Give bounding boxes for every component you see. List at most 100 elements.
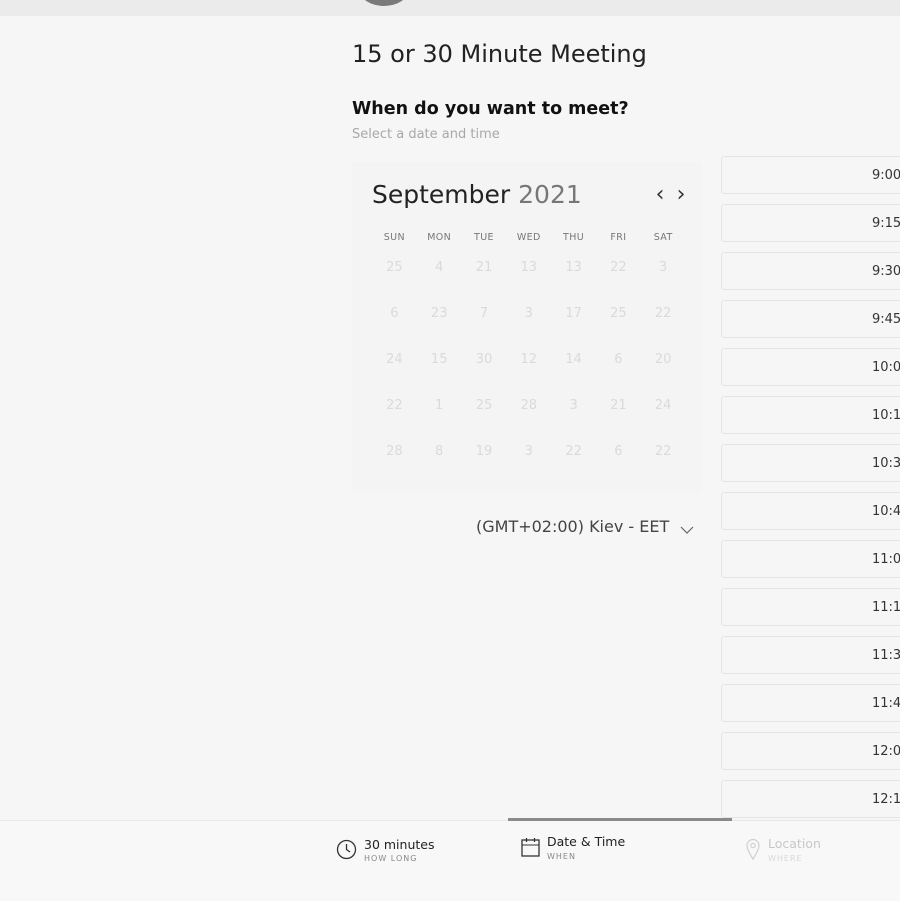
weekday-label: MON: [427, 232, 452, 243]
next-month-button[interactable]: ›: [671, 180, 691, 210]
calendar-day: 1: [435, 398, 444, 413]
calendar-day: 6: [614, 352, 623, 367]
time-slot-button[interactable]: 10:00: [721, 348, 900, 386]
chevron-left-icon: ‹: [655, 182, 665, 207]
calendar-day: 25: [475, 398, 493, 413]
time-slot-label: 9:45: [872, 312, 900, 327]
time-slot-list[interactable]: 9:00 9:15 9:30 9:45 10:00 10:15 10:30 10:45 11:0…: [721, 156, 900, 820]
step-label: Location: [768, 836, 821, 851]
calendar-day: 22: [654, 306, 672, 321]
calendar-days: 25 4 21 13 13 22 3 6 23 7 3 17 25 22 24 15 30 12 14 6 20 22 1 2…: [372, 260, 686, 490]
calendar-day: 22: [610, 260, 627, 275]
calendar-day: 24: [654, 398, 672, 413]
calendar-day: 12: [520, 352, 538, 367]
calendar-day: 28: [520, 398, 538, 413]
time-slot-label: 11:45: [872, 696, 900, 711]
weekday-label: SUN: [383, 232, 406, 243]
time-slot-button[interactable]: 10:15: [721, 396, 900, 434]
step-sublabel: HOW LONG: [364, 854, 418, 863]
calendar-month-year: September 2021: [372, 180, 582, 209]
timezone-select[interactable]: (GMT+02:00) Kiev - EET: [456, 510, 702, 542]
step-location[interactable]: Location WHERE: [740, 821, 890, 901]
weekday-label: TUE: [474, 232, 494, 243]
calendar-icon: [521, 837, 540, 862]
calendar-day: 23: [430, 306, 448, 321]
calendar-day: 25: [386, 260, 403, 275]
calendar-month: September: [372, 180, 511, 209]
chevron-down-icon: [680, 520, 694, 539]
avatar: [361, 0, 407, 6]
calendar-day: 15: [430, 352, 448, 367]
time-slot-button[interactable]: 9:45: [721, 300, 900, 338]
calendar-day: 14: [565, 352, 582, 367]
calendar-day: 13: [565, 260, 582, 275]
step-sublabel: WHERE: [768, 854, 803, 863]
calendar-day: 28: [386, 444, 403, 459]
time-slot-label: 10:00: [872, 360, 900, 375]
calendar-day: 22: [386, 398, 403, 413]
calendar-day: 6: [390, 306, 399, 321]
weekday-label: FRI: [610, 232, 627, 243]
clock-icon: [336, 839, 357, 864]
time-slot-label: 9:00: [872, 168, 900, 183]
calendar-day: 21: [610, 398, 627, 413]
time-slot-label: 10:15: [872, 408, 900, 423]
calendar-day: 8: [435, 444, 444, 459]
calendar-day: 22: [654, 444, 672, 459]
time-slot-button[interactable]: 12:00: [721, 732, 900, 770]
step-date-time[interactable]: Date & Time WHEN: [514, 821, 724, 901]
page-title: 15 or 30 Minute Meeting: [352, 40, 647, 68]
calendar-day: 3: [659, 260, 668, 275]
time-slot-button[interactable]: 10:30: [721, 444, 900, 482]
time-slot-label: 9:15: [872, 216, 900, 231]
section-subtitle: Select a date and time: [352, 127, 500, 142]
timezone-value: (GMT+02:00) Kiev - EET: [476, 517, 670, 536]
time-slot-button[interactable]: 11:15: [721, 588, 900, 626]
calendar-day: 4: [435, 260, 444, 275]
weekday-label: WED: [516, 232, 541, 243]
time-slot-label: 10:45: [872, 504, 900, 519]
calendar-day: 21: [475, 260, 493, 275]
step-label: Date & Time: [547, 834, 626, 849]
time-slot-label: 10:30: [872, 456, 900, 471]
step-label: 30 minutes: [364, 837, 435, 852]
previous-month-button[interactable]: ‹: [650, 180, 670, 210]
calendar-year: 2021: [518, 180, 582, 209]
time-slot-button[interactable]: 9:30: [721, 252, 900, 290]
time-slot-label: 11:30: [872, 648, 900, 663]
calendar-day: 20: [654, 352, 672, 367]
time-slot-button[interactable]: 9:00: [721, 156, 900, 194]
step-sublabel: WHEN: [547, 852, 576, 861]
section-title: When do you want to meet?: [352, 99, 629, 119]
calendar-day: 3: [524, 444, 533, 459]
step-duration[interactable]: 30 minutes HOW LONG: [330, 821, 500, 901]
calendar-day: 3: [524, 306, 533, 321]
calendar-day: 19: [475, 444, 493, 459]
calendar-day: 6: [614, 444, 623, 459]
calendar-day: 22: [565, 444, 582, 459]
time-slot-label: 11:00: [872, 552, 900, 567]
time-slot-button[interactable]: 12:15: [721, 780, 900, 818]
weekday-label: THU: [563, 232, 585, 243]
weekday-label: SAT: [653, 232, 673, 243]
time-slot-button[interactable]: 10:45: [721, 492, 900, 530]
calendar-day: 17: [565, 306, 582, 321]
calendar-day: 25: [610, 306, 627, 321]
calendar-weekdays: SUN MON TUE WED THU FRI SAT: [372, 232, 686, 243]
time-slot-label: 11:15: [872, 600, 900, 615]
calendar-day: 13: [520, 260, 538, 275]
calendar-day: 24: [386, 352, 403, 367]
progress-steps: 30 minutes HOW LONG Date & Time WHEN Loc…: [0, 818, 900, 901]
time-slot-button[interactable]: 9:15: [721, 204, 900, 242]
time-slot-button[interactable]: 11:00: [721, 540, 900, 578]
time-slot-button[interactable]: 11:45: [721, 684, 900, 722]
time-slot-label: 9:30: [872, 264, 900, 279]
calendar-day: 7: [479, 306, 489, 321]
calendar-day: 3: [569, 398, 578, 413]
calendar-day: 30: [475, 352, 493, 367]
time-slot-label: 12:15: [872, 792, 900, 807]
calendar: September 2021 ‹ › SUN MON TUE WED THU FRI SAT…: [352, 162, 702, 492]
time-slot-label: 12:00: [872, 744, 900, 759]
top-bar: [0, 0, 900, 16]
time-slot-button[interactable]: 11:30: [721, 636, 900, 674]
